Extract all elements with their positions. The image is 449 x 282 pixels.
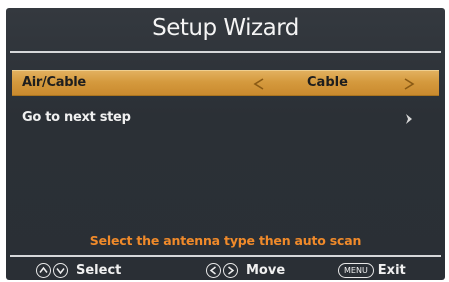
footer-move: Move [206,260,285,280]
right-button-icon [223,262,238,278]
footer-exit: MENU Exit [338,260,406,280]
air-cable-label: Air/Cable [22,75,86,90]
tv-screen: Setup Wizard Air/Cable Cable Go to next … [6,8,445,280]
hint-text: Select the antenna type then auto scan [89,233,362,248]
arrow-right-icon[interactable] [402,77,416,91]
footer-bar: Select Move MENU Exit [6,260,445,280]
menu-item-next-step[interactable]: Go to next step [12,106,439,130]
menu-key-icon: MENU [338,262,374,278]
page-title: Setup Wizard [152,15,299,41]
left-button-icon [206,262,221,278]
down-button-icon [53,262,68,278]
menu-item-air-cable[interactable]: Air/Cable Cable [12,70,439,96]
exit-label: Exit [377,262,406,278]
next-step-label: Go to next step [22,110,131,125]
title-divider [10,51,441,53]
move-label: Move [246,262,286,278]
select-label: Select [76,262,122,278]
air-cable-value: Cable [307,75,348,90]
footer-divider [10,255,441,257]
arrow-left-icon[interactable] [252,77,266,91]
up-button-icon [36,262,51,278]
chevron-right-icon [406,114,412,124]
footer-select: Select [36,260,121,280]
